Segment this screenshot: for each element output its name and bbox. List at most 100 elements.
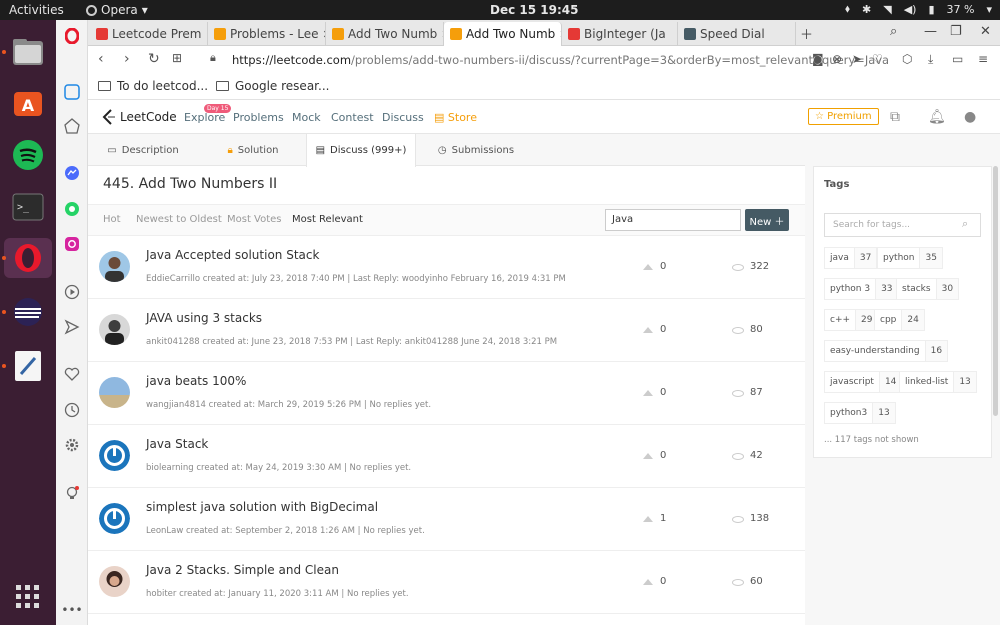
bookmark-heart-icon[interactable]: ♡ xyxy=(872,52,883,66)
nav-contest[interactable]: Contest xyxy=(331,111,374,124)
tag-stacks[interactable]: stacks 30 xyxy=(896,278,960,300)
post-row[interactable]: JAVA using 3 stacks ankit041288 created … xyxy=(88,299,805,362)
clock[interactable]: Dec 15 19:45 xyxy=(490,3,578,17)
volume-icon[interactable]: ◀) xyxy=(904,3,917,16)
restore-icon[interactable]: ❐ xyxy=(950,24,962,39)
adblock-icon[interactable]: ⊗ xyxy=(832,52,842,66)
more-icon[interactable]: ••• xyxy=(61,600,82,620)
camera-icon[interactable]: ◙ xyxy=(812,52,824,66)
reload-icon[interactable]: ↻ xyxy=(148,51,160,67)
sort-newest[interactable]: Newest to Oldest xyxy=(136,214,222,225)
system-tray[interactable]: ⬧ ✱ ◥ ◀) ▮ 37 % ▾ xyxy=(845,2,992,16)
bookmark-folder-todo[interactable]: To do leetcod... xyxy=(98,79,208,93)
bookmark-folder-google[interactable]: Google resear... xyxy=(216,79,329,93)
lock-icon[interactable]: 🔒︎ xyxy=(210,51,216,65)
post-title[interactable]: Java Stack xyxy=(146,437,208,451)
activities-button[interactable]: Activities xyxy=(9,3,64,17)
leetcode-logo[interactable]: LeetCode xyxy=(102,109,177,125)
post-title[interactable]: Java 2 Stacks. Simple and Clean xyxy=(146,563,339,577)
dropbox-icon[interactable]: ⬧ xyxy=(845,2,850,16)
nav-mock[interactable]: Mock xyxy=(292,111,321,124)
battery-icon[interactable]: ▮ xyxy=(928,3,934,16)
avatar[interactable] xyxy=(99,566,130,597)
post-row[interactable]: Java Accepted solution Stack EddieCarril… xyxy=(88,236,805,299)
easy-setup-icon[interactable]: ≡ xyxy=(978,52,988,66)
tags-not-shown[interactable]: ... 117 tags not shown xyxy=(824,435,919,445)
tag-python3[interactable]: python3 13 xyxy=(824,402,896,424)
settings-icon[interactable] xyxy=(62,435,82,455)
upvote-icon[interactable] xyxy=(643,516,653,522)
forward-icon[interactable]: › xyxy=(124,51,130,67)
tab-biginteger[interactable]: BigInteger (Ja xyxy=(562,22,678,46)
ubuntu-software-icon[interactable]: A xyxy=(8,82,48,122)
speed-dial-icon[interactable] xyxy=(62,116,82,136)
instagram-icon[interactable] xyxy=(62,234,82,254)
opera-browser-icon[interactable] xyxy=(4,238,52,278)
whatsapp-icon[interactable] xyxy=(62,199,82,219)
tab-add-two-numbers-active[interactable]: Add Two Numb ✕ xyxy=(444,22,562,46)
avatar[interactable] xyxy=(99,440,130,471)
send-icon[interactable]: ➤ xyxy=(852,52,862,66)
sort-most-votes[interactable]: Most Votes xyxy=(227,214,282,225)
player-icon[interactable] xyxy=(62,282,82,302)
scrollbar[interactable] xyxy=(993,166,998,416)
battery-saver-icon[interactable]: ▭ xyxy=(952,52,963,66)
wifi-icon[interactable]: ◥ xyxy=(883,3,891,16)
sort-most-relevant[interactable]: Most Relevant xyxy=(292,214,363,225)
nav-store[interactable]: ▤ Store xyxy=(434,111,477,124)
tag-python-3[interactable]: python 3 33 xyxy=(824,278,899,300)
post-title[interactable]: java beats 100% xyxy=(146,374,246,388)
search-tabs-icon[interactable]: ⌕ xyxy=(890,24,897,39)
post-title[interactable]: Java Accepted solution Stack xyxy=(146,248,319,262)
discuss-search-input[interactable]: Java xyxy=(605,209,741,231)
upvote-icon[interactable] xyxy=(643,327,653,333)
avatar[interactable] xyxy=(99,314,130,345)
tag-linked-list[interactable]: linked-list 13 xyxy=(899,371,977,393)
terminal-icon[interactable]: >_ xyxy=(8,187,48,227)
new-topic-button[interactable]: New ＋ xyxy=(745,209,789,231)
tag-python[interactable]: python 35 xyxy=(877,247,943,269)
tab-speed-dial[interactable]: Speed Dial xyxy=(678,22,796,46)
tab-add-two-numbers[interactable]: Add Two Numb ✕ xyxy=(326,22,444,46)
opera-menu-icon[interactable] xyxy=(62,26,82,46)
url-field[interactable]: https://leetcode.com/problems/add-two-nu… xyxy=(232,53,889,67)
download-icon[interactable]: ⤓ xyxy=(928,52,933,67)
tab-description[interactable]: ▭ Description xyxy=(88,134,198,166)
post-row[interactable]: simplest java solution with BigDecimal L… xyxy=(88,488,805,551)
send-icon[interactable] xyxy=(62,317,82,337)
nav-discuss[interactable]: Discuss xyxy=(382,111,424,124)
upvote-icon[interactable] xyxy=(643,390,653,396)
nav-explore[interactable]: Explore xyxy=(184,111,225,124)
tag-easy-understanding[interactable]: easy-understanding 16 xyxy=(824,340,949,362)
tag-javascript[interactable]: javascript 14 xyxy=(824,371,903,393)
bluetooth-icon[interactable]: ✱ xyxy=(862,3,871,16)
upvote-icon[interactable] xyxy=(643,264,653,270)
tab-discuss[interactable]: ▤ Discuss (999+) xyxy=(306,134,416,167)
tag-search-input[interactable]: Search for tags... xyxy=(824,213,981,237)
tab-leetcode-premium[interactable]: Leetcode Prem xyxy=(90,22,208,46)
spotify-icon[interactable] xyxy=(8,135,48,175)
messenger-icon[interactable] xyxy=(62,163,82,183)
caret-down-icon[interactable]: ▾ xyxy=(986,3,992,16)
user-avatar-icon[interactable]: ● xyxy=(964,109,976,125)
extensions-cube-icon[interactable]: ⬡ xyxy=(902,52,912,66)
avatar[interactable] xyxy=(99,503,130,534)
close-window-icon[interactable]: ✕ xyxy=(980,24,991,39)
files-icon[interactable] xyxy=(8,32,48,72)
lightbulb-icon[interactable] xyxy=(62,483,82,503)
nav-problems[interactable]: Problems xyxy=(233,111,284,124)
new-tab-button[interactable]: ＋ xyxy=(800,24,813,43)
post-row[interactable]: java beats 100% wangjian4814 created at:… xyxy=(88,362,805,425)
show-apps-icon[interactable] xyxy=(8,577,48,617)
home-icon[interactable] xyxy=(62,82,82,102)
upvote-icon[interactable] xyxy=(643,579,653,585)
upvote-icon[interactable] xyxy=(643,453,653,459)
eclipse-icon[interactable] xyxy=(8,292,48,332)
playground-icon[interactable]: ⧉ xyxy=(890,109,900,125)
tag-java[interactable]: java 37 xyxy=(824,247,878,269)
back-icon[interactable]: ‹ xyxy=(98,51,104,67)
premium-button[interactable]: ☆ Premium xyxy=(808,108,879,125)
avatar[interactable] xyxy=(99,251,130,282)
post-title[interactable]: simplest java solution with BigDecimal xyxy=(146,500,378,514)
sort-hot[interactable]: Hot xyxy=(103,214,121,225)
